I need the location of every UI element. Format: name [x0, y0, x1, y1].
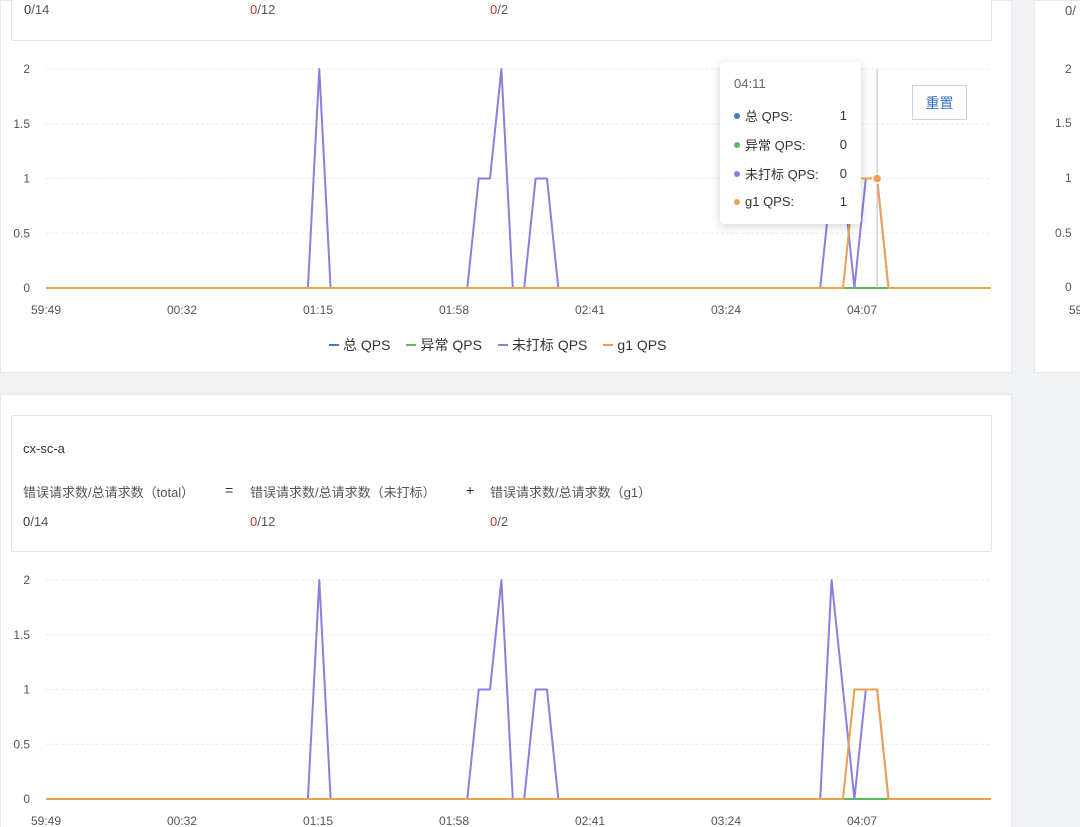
adjacent-ytick: 0: [1065, 280, 1072, 294]
tooltip-row-untagged-qps: 未打标 QPS: 0: [734, 164, 847, 183]
tooltip-label: 总 QPS:: [745, 109, 793, 124]
y-tick-label: 0: [23, 792, 30, 806]
tooltip-time: 04:11: [734, 76, 766, 91]
x-tick-label: 59:49: [31, 303, 61, 317]
qps-line-chart-2[interactable]: 2 1.5 1 0.5 059:49 00:32 01:15 01:58 02:41 03:24 0…: [1, 395, 1013, 827]
adjacent-ytick: 0.5: [1055, 226, 1072, 240]
legend-swatch: [603, 344, 614, 346]
tooltip-row-total-qps: 总 QPS: 1: [734, 106, 847, 125]
tooltip-value: 1: [839, 108, 847, 123]
legend-label: 总 QPS: [343, 337, 391, 353]
adjacent-ytick: 2: [1065, 62, 1072, 76]
legend-item-error-qps[interactable]: 异常 QPS: [406, 335, 482, 355]
tooltip-dot: [734, 170, 740, 177]
x-tick-label: 00:32: [167, 814, 197, 827]
tooltip-label: g1 QPS:: [745, 194, 795, 209]
adjacent-panel-partial: 0/ 2 1.5 1 0.5 0 59: [1034, 0, 1080, 373]
tooltip-dot: [734, 112, 740, 119]
x-tick-label: 02:41: [575, 814, 605, 827]
legend-label: 未打标 QPS: [511, 337, 588, 353]
adjacent-ytick: 1: [1065, 171, 1072, 185]
x-tick-label: 02:41: [575, 303, 605, 317]
reset-zoom-button[interactable]: 重置: [912, 85, 967, 120]
y-tick-label: 2: [23, 573, 30, 587]
y-tick-label: 1.5: [13, 117, 30, 131]
legend-swatch: [329, 344, 339, 346]
chart-panel-1: 0/14 0/12 0/2 2 1.5 1 0.5 0 59:49 00:32 01:15 01…: [0, 0, 1012, 373]
legend-swatch: [497, 344, 508, 346]
chart-tooltip: 04:11 总 QPS: 1 异常 QPS: 0 未打标 QPS: 0 g1 Q…: [720, 62, 861, 224]
x-tick-label: 01:58: [439, 814, 469, 827]
chart-legend-1[interactable]: 总 QPS 异常 QPS 未打标 QPS g1 QPS: [329, 335, 666, 355]
legend-swatch: [406, 344, 417, 346]
x-tick-label: 01:58: [439, 303, 469, 317]
x-tick-label: 01:15: [303, 303, 333, 317]
legend-label: g1 QPS: [617, 337, 667, 353]
y-tick-label: 1: [23, 683, 30, 697]
adjacent-ytick: 1.5: [1055, 116, 1072, 130]
y-tick-label: 1.5: [13, 628, 30, 642]
tooltip-row-g1-qps: g1 QPS: 1: [734, 194, 847, 209]
y-tick-label: 0: [23, 281, 30, 295]
legend-label: 异常 QPS: [420, 337, 482, 353]
x-tick-label: 03:24: [711, 303, 741, 317]
x-tick-label: 59:49: [31, 814, 61, 827]
legend-item-total-qps[interactable]: 总 QPS: [329, 335, 390, 355]
tooltip-value: 0: [839, 137, 847, 152]
legend-item-untagged-qps[interactable]: 未打标 QPS: [497, 335, 588, 355]
tooltip-dot: [734, 198, 740, 205]
tooltip-label: 未打标 QPS:: [745, 167, 819, 182]
tooltip-value: 0: [839, 166, 847, 181]
adjacent-xtick: 59: [1069, 303, 1080, 317]
y-tick-label: 0.5: [13, 737, 30, 751]
hover-point: [871, 173, 883, 184]
x-tick-label: 04:07: [847, 303, 877, 317]
y-tick-label: 0.5: [13, 226, 30, 240]
tooltip-label: 异常 QPS:: [745, 138, 806, 153]
qps-line-chart-1[interactable]: 21.510.5059:49 00:32 01:15 01:58 02:41 03:24 0…: [1, 1, 1013, 331]
tooltip-dot: [734, 141, 740, 148]
x-tick-label: 01:15: [303, 814, 333, 827]
legend-item-g1-qps[interactable]: g1 QPS: [603, 335, 666, 355]
y-tick-label: 2: [23, 62, 30, 76]
tooltip-row-error-qps: 异常 QPS: 0: [734, 135, 847, 154]
x-tick-label: 04:07: [847, 814, 877, 827]
y-tick-label: 1: [23, 172, 30, 186]
tooltip-value: 1: [839, 194, 847, 209]
x-tick-label: 03:24: [711, 814, 741, 827]
adjacent-ratio-value: 0/: [1065, 3, 1076, 18]
x-tick-label: 00:32: [167, 303, 197, 317]
chart-panel-2: cx-sc-a 错误请求数/总请求数（total） = 错误请求数/总请求数（未…: [0, 394, 1012, 827]
